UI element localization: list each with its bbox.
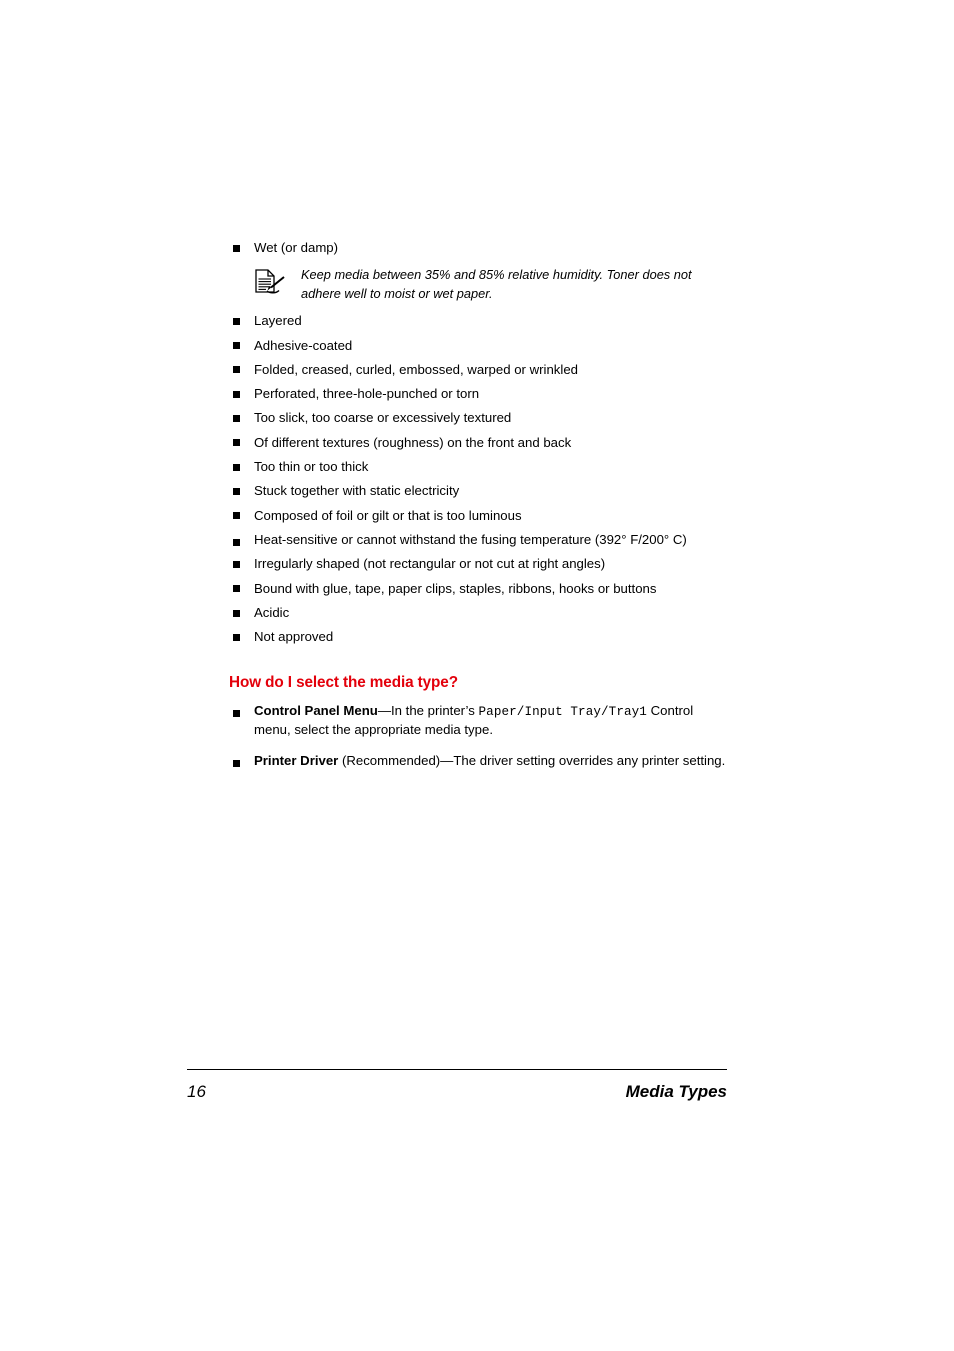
list-item-label: Irregularly shaped (not rectangular or n…	[254, 556, 606, 572]
section-heading-media-type: How do I select the media type?	[229, 673, 458, 691]
avoid-media-list-continued: Layered Adhesive-coated Folded, creased,…	[229, 309, 727, 649]
list-item: Heat-sensitive or cannot withstand the f…	[229, 528, 727, 553]
list-item-text-before-mono: (Recommended)—The driver setting overrid…	[338, 752, 726, 768]
list-item-label: Layered	[254, 313, 302, 329]
list-item-label: Heat-sensitive or cannot withstand the f…	[254, 531, 687, 547]
square-bullet-icon	[233, 560, 240, 568]
list-item-label: Wet (or damp)	[254, 240, 339, 255]
list-item-label: Stuck together with static electricity	[254, 483, 460, 499]
list-item: Acidic	[229, 601, 727, 625]
list-item: Wet (or damp)	[229, 236, 727, 260]
list-item: Layered	[229, 309, 727, 333]
list-item: Control Panel Menu—In the printer’s Pape…	[229, 699, 727, 743]
square-bullet-icon	[233, 709, 240, 717]
list-item: Of different textures (roughness) on the…	[229, 431, 727, 455]
list-item-label: Perforated, three-hole-punched or torn	[254, 386, 480, 402]
square-bullet-icon	[233, 585, 240, 593]
list-item: Composed of foil or gilt or that is too …	[229, 504, 727, 528]
square-bullet-icon	[233, 487, 240, 495]
note-text: Keep media between 35% and 85% relative …	[301, 267, 692, 301]
page-footer: 16 Media Types	[187, 1069, 727, 1102]
list-item-term: Printer Driver	[254, 752, 339, 768]
list-item-label: Composed of foil or gilt or that is too …	[254, 507, 522, 523]
list-item: Stuck together with static electricity	[229, 479, 727, 503]
list-item-label: Not approved	[254, 629, 334, 645]
list-item-label: Of different textures (roughness) on the…	[254, 434, 572, 450]
page-content: Wet (or damp) Keep media between 35% and…	[229, 236, 727, 773]
footer-chapter-title: Media Types	[625, 1082, 727, 1101]
square-bullet-icon	[233, 317, 240, 325]
page-number: 16	[187, 1082, 206, 1101]
list-item-label: Too slick, too coarse or excessively tex…	[254, 410, 512, 426]
list-item-text-before-mono: —In the printer’s	[377, 702, 479, 718]
list-item: Adhesive-coated	[229, 334, 727, 358]
list-item: Folded, creased, curled, embossed, warpe…	[229, 358, 727, 382]
list-item: Irregularly shaped (not rectangular or n…	[229, 552, 727, 576]
square-bullet-icon	[233, 342, 240, 350]
list-item-label: Acidic	[254, 605, 290, 621]
square-bullet-icon	[233, 633, 240, 641]
footer-divider	[187, 1069, 727, 1070]
square-bullet-icon	[233, 366, 240, 374]
note-callout: Keep media between 35% and 85% relative …	[229, 266, 727, 303]
square-bullet-icon	[233, 244, 240, 252]
list-item-label: Folded, creased, curled, embossed, warpe…	[254, 361, 578, 377]
media-type-selection-list: Control Panel Menu—In the printer’s Pape…	[229, 699, 727, 774]
list-item-label: Too thin or too thick	[254, 459, 369, 475]
list-item: Bound with glue, tape, paper clips, stap…	[229, 577, 727, 601]
square-bullet-icon	[233, 390, 240, 398]
list-item: Too thin or too thick	[229, 455, 727, 479]
list-item: Printer Driver (Recommended)—The driver …	[229, 749, 727, 774]
square-bullet-icon	[233, 538, 240, 546]
square-bullet-icon	[233, 463, 240, 471]
list-item-label: Adhesive-coated	[254, 337, 353, 353]
list-item: Not approved	[229, 625, 727, 649]
avoid-media-list: Wet (or damp)	[229, 236, 727, 260]
document-page: Wet (or damp) Keep media between 35% and…	[0, 0, 954, 1351]
list-item-term: Control Panel Menu	[254, 702, 378, 718]
square-bullet-icon	[233, 609, 240, 617]
note-document-pen-icon	[254, 269, 288, 295]
list-item-label: Bound with glue, tape, paper clips, stap…	[254, 580, 657, 596]
list-item: Too slick, too coarse or excessively tex…	[229, 406, 727, 430]
control-panel-path: Paper/Input Tray/Tray1	[478, 704, 647, 719]
footer-row: 16 Media Types	[187, 1082, 727, 1102]
square-bullet-icon	[233, 439, 240, 447]
list-item: Perforated, three-hole-punched or torn	[229, 382, 727, 406]
square-bullet-icon	[233, 759, 240, 767]
square-bullet-icon	[233, 414, 240, 422]
square-bullet-icon	[233, 512, 240, 520]
